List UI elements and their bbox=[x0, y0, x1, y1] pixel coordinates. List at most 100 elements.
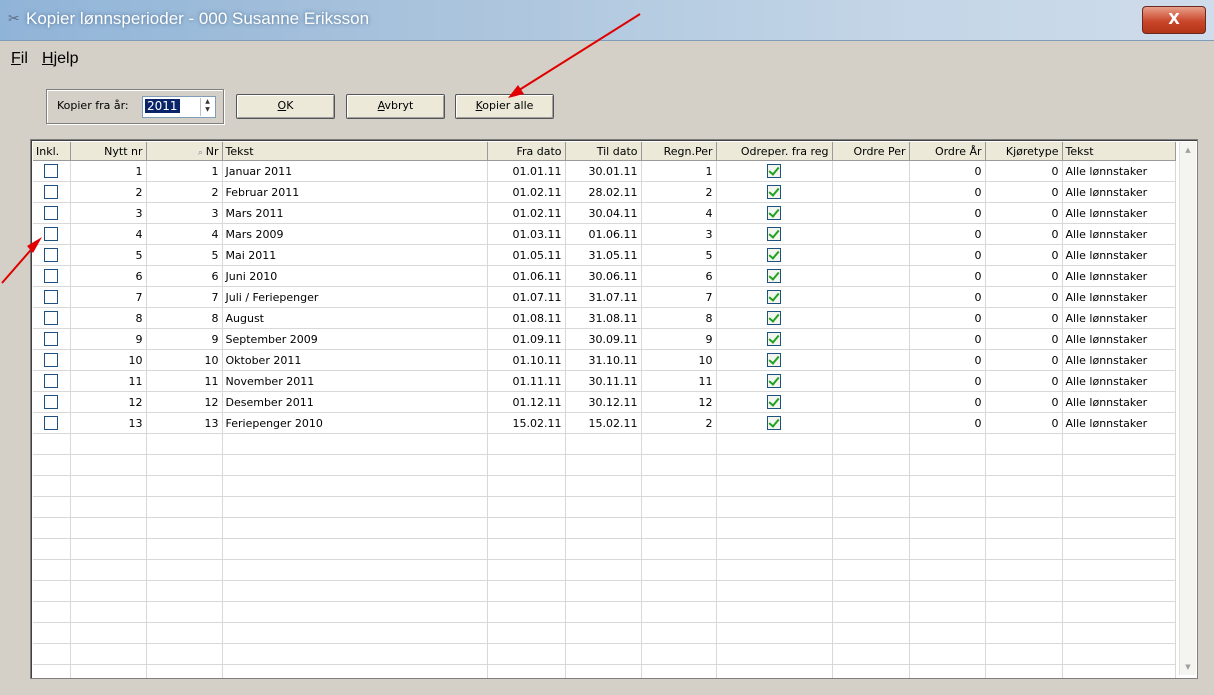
cell-regn-per bbox=[641, 601, 717, 623]
table-row[interactable]: 9 9 September 2009 01.09.11 30.09.11 9 0 0 Alle … bbox=[33, 328, 1176, 350]
cell-nytt-nr: 3 bbox=[70, 202, 147, 224]
vertical-scrollbar[interactable]: ▲ ▼ bbox=[1179, 142, 1196, 675]
col-header-odreper[interactable]: Odreper. fra reg bbox=[716, 142, 833, 161]
spinner-arrows-icon[interactable]: ▲ ▼ bbox=[200, 98, 214, 116]
include-checkbox[interactable] bbox=[44, 269, 59, 283]
table-row[interactable]: 3 3 Mars 2011 01.02.11 30.04.11 4 0 0 Alle lønns… bbox=[33, 202, 1176, 224]
include-checkbox[interactable] bbox=[44, 416, 59, 430]
scroll-down-icon[interactable]: ▼ bbox=[1183, 663, 1193, 671]
table-row[interactable]: 10 10 Oktober 2011 01.10.11 31.10.11 10 0 0 Alle… bbox=[33, 349, 1176, 371]
copy-all-button[interactable]: Kopier alle bbox=[455, 94, 554, 119]
include-checkbox[interactable] bbox=[44, 248, 59, 262]
cell-inkl bbox=[33, 559, 71, 581]
table-row[interactable]: 1 1 Januar 2011 01.01.11 30.01.11 1 0 0 Alle løn… bbox=[33, 160, 1176, 182]
col-header-tekst[interactable]: Tekst bbox=[222, 142, 488, 161]
odreper-checkbox[interactable] bbox=[767, 332, 781, 346]
cell-nytt-nr bbox=[70, 664, 147, 678]
table-row[interactable]: 8 8 August 01.08.11 31.08.11 8 0 0 Alle lønnstak… bbox=[33, 307, 1176, 329]
col-header-tekst-2[interactable]: Tekst bbox=[1062, 142, 1176, 161]
cell-odreper bbox=[716, 433, 833, 455]
table-row[interactable]: 11 11 November 2011 01.11.11 30.11.11 11 0 0 All… bbox=[33, 370, 1176, 392]
table-row[interactable]: 5 5 Mai 2011 01.05.11 31.05.11 5 0 0 Alle lønnst… bbox=[33, 244, 1176, 266]
col-header-ordre-per[interactable]: Ordre Per bbox=[832, 142, 910, 161]
cell-tekst-2: Alle lønnstaker bbox=[1062, 202, 1176, 224]
cell-nr bbox=[146, 643, 223, 665]
odreper-checkbox[interactable] bbox=[767, 353, 781, 367]
scroll-up-icon[interactable]: ▲ bbox=[1183, 146, 1193, 154]
cell-regn-per: 1 bbox=[641, 160, 717, 182]
cell-nr: 13 bbox=[146, 412, 223, 434]
ok-button[interactable]: OK bbox=[236, 94, 335, 119]
include-checkbox[interactable] bbox=[44, 290, 59, 304]
table-row[interactable]: 13 13 Feriepenger 2010 15.02.11 15.02.11 2 0 0 A… bbox=[33, 412, 1176, 434]
odreper-checkbox[interactable] bbox=[767, 290, 781, 304]
cell-ordre-ar: 0 bbox=[909, 265, 986, 287]
menu-fil[interactable]: Fil bbox=[11, 50, 28, 68]
cell-nr bbox=[146, 622, 223, 644]
odreper-checkbox[interactable] bbox=[767, 227, 781, 241]
cell-tekst-2: Alle lønnstaker bbox=[1062, 286, 1176, 308]
include-checkbox[interactable] bbox=[44, 395, 59, 409]
menu-hjelp[interactable]: Hjelp bbox=[42, 50, 78, 68]
include-checkbox[interactable] bbox=[44, 353, 59, 367]
menu-hjelp-accel: H bbox=[42, 50, 54, 67]
include-checkbox[interactable] bbox=[44, 185, 59, 199]
odreper-checkbox[interactable] bbox=[767, 416, 781, 430]
col-header-fra-dato[interactable]: Fra dato bbox=[487, 142, 566, 161]
include-checkbox[interactable] bbox=[44, 206, 59, 220]
cell-kjoretype: 0 bbox=[985, 202, 1063, 224]
odreper-checkbox[interactable] bbox=[767, 248, 781, 262]
close-button[interactable]: X bbox=[1142, 6, 1206, 34]
include-checkbox[interactable] bbox=[44, 374, 59, 388]
cell-fra-dato: 01.06.11 bbox=[487, 265, 566, 287]
periods-grid[interactable]: Inkl. Nytt nr ⌕ Nr Tekst Fra dato Til da… bbox=[30, 139, 1198, 679]
cell-tekst bbox=[222, 664, 488, 678]
odreper-checkbox[interactable] bbox=[767, 164, 781, 178]
table-row[interactable]: 2 2 Februar 2011 01.02.11 28.02.11 2 0 0 Alle lø… bbox=[33, 181, 1176, 203]
cell-ordre-per bbox=[832, 286, 910, 308]
col-header-til-dato[interactable]: Til dato bbox=[565, 142, 642, 161]
cell-fra-dato bbox=[487, 601, 566, 623]
year-value[interactable]: 2011 bbox=[145, 99, 180, 113]
cell-kjoretype: 0 bbox=[985, 181, 1063, 203]
cell-odreper bbox=[716, 286, 833, 308]
odreper-checkbox[interactable] bbox=[767, 206, 781, 220]
col-header-nr[interactable]: ⌕ Nr bbox=[146, 142, 223, 161]
empty-row bbox=[33, 559, 1176, 581]
cell-tekst-2 bbox=[1062, 454, 1176, 476]
year-spinner[interactable]: 2011 ▲ ▼ bbox=[142, 96, 216, 118]
cell-nytt-nr bbox=[70, 559, 147, 581]
odreper-checkbox[interactable] bbox=[767, 269, 781, 283]
col-header-kjoretype[interactable]: Kjøretype bbox=[985, 142, 1063, 161]
include-checkbox[interactable] bbox=[44, 311, 59, 325]
odreper-checkbox[interactable] bbox=[767, 185, 781, 199]
cancel-button[interactable]: Avbryt bbox=[346, 94, 445, 119]
title-bar[interactable]: ✂ Kopier lønnsperioder - 000 Susanne Eri… bbox=[0, 0, 1214, 41]
odreper-checkbox[interactable] bbox=[767, 395, 781, 409]
col-header-inkl[interactable]: Inkl. bbox=[33, 142, 71, 161]
include-checkbox[interactable] bbox=[44, 227, 59, 241]
cell-fra-dato: 01.10.11 bbox=[487, 349, 566, 371]
table-row[interactable]: 12 12 Desember 2011 01.12.11 30.12.11 12 0 0 All… bbox=[33, 391, 1176, 413]
odreper-checkbox[interactable] bbox=[767, 374, 781, 388]
col-header-regn-per[interactable]: Regn.Per bbox=[641, 142, 717, 161]
table-row[interactable]: 6 6 Juni 2010 01.06.11 30.06.11 6 0 0 Alle lønns… bbox=[33, 265, 1176, 287]
ok-label: K bbox=[286, 99, 294, 112]
include-checkbox[interactable] bbox=[44, 332, 59, 346]
cell-tekst: Juni 2010 bbox=[222, 265, 488, 287]
cell-inkl bbox=[33, 580, 71, 602]
cell-fra-dato bbox=[487, 643, 566, 665]
table-row[interactable]: 4 4 Mars 2009 01.03.11 01.06.11 3 0 0 Alle lønns… bbox=[33, 223, 1176, 245]
table-row[interactable]: 7 7 Juli / Feriepenger 01.07.11 31.07.11 7 0 0 A… bbox=[33, 286, 1176, 308]
odreper-checkbox[interactable] bbox=[767, 311, 781, 325]
cell-ordre-per bbox=[832, 244, 910, 266]
col-header-ordre-ar[interactable]: Ordre År bbox=[909, 142, 986, 161]
include-checkbox[interactable] bbox=[44, 164, 59, 178]
cell-tekst: Mars 2011 bbox=[222, 202, 488, 224]
cell-inkl bbox=[33, 517, 71, 539]
col-header-nytt-nr[interactable]: Nytt nr bbox=[70, 142, 147, 161]
cell-til-dato bbox=[565, 559, 642, 581]
cell-nytt-nr bbox=[70, 601, 147, 623]
cell-kjoretype bbox=[985, 538, 1063, 560]
cell-tekst: Juli / Feriepenger bbox=[222, 286, 488, 308]
